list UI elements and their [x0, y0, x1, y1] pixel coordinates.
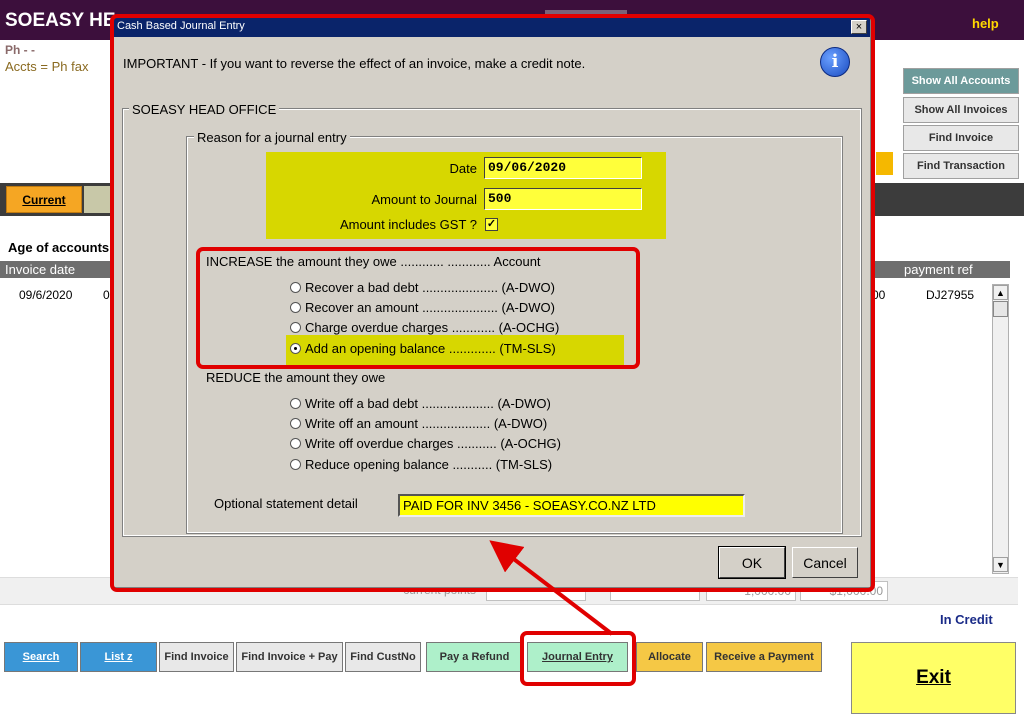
- arrow-line: [489, 540, 614, 636]
- annotation-arrow: [489, 540, 614, 636]
